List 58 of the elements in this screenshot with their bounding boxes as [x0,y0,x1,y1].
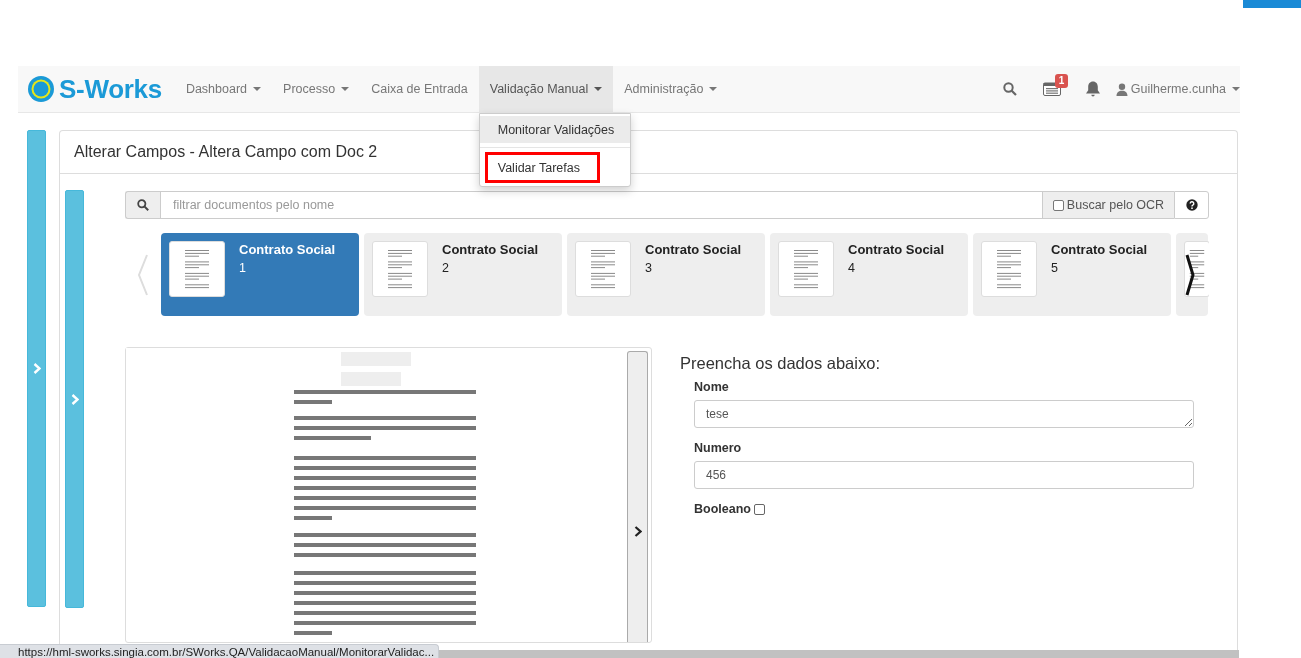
caret-icon [709,87,718,91]
search-icon[interactable] [1003,82,1017,96]
nav-menu-item[interactable]: Administração [613,66,729,112]
document-number: 5 [1051,261,1059,275]
sidebar-toggle[interactable] [27,130,46,607]
panel-title: Alterar Campos - Altera Campo com Doc 2 [74,143,378,161]
field-label: Nome [694,380,730,394]
search-field[interactable]: filtrar documentos pelo nome [160,191,1043,219]
nav-menu-item[interactable]: Processo [272,66,361,112]
field-label: Booleano [694,502,751,516]
user-icon [1116,83,1128,96]
nav-menu-item[interactable]: Validação Manual [478,66,614,112]
dropdown-item[interactable]: Monitorar Validações [479,116,630,143]
status-url: https://hml-sworks.singia.com.br/SWorks.QA/ValidacaoManual/MonitorarValidac... [0,644,440,658]
text-area[interactable]: tese [694,400,1194,428]
brand-name: S-Works [59,73,162,105]
input-field[interactable]: 456 [694,461,1194,489]
field-label: Numero [694,441,743,455]
chevron-right-icon [33,363,41,374]
notification-badge: 1 [1054,74,1069,88]
accent-bar [1243,0,1301,8]
document-title: Contrato Social [442,242,539,257]
bell-icon[interactable] [1085,81,1100,97]
document-number: 1 [239,261,247,275]
document-number: 3 [645,261,653,275]
caret-icon [341,87,350,91]
document-card[interactable]: Contrato Social 2 [364,233,562,316]
logo-icon [27,75,55,103]
caret-icon [253,87,262,91]
chevron-right-icon[interactable] [1185,254,1195,296]
checkbox[interactable] [1052,199,1064,211]
chevron-right-icon [634,526,642,537]
caret-icon [1232,87,1240,91]
document-card[interactable]: Contrato Social 1 [161,233,359,316]
checkbox-label: Buscar pelo OCR [1066,198,1165,212]
document-card[interactable]: Contrato Social 3 [567,233,765,316]
chevron-right-icon [71,393,79,405]
document-card[interactable]: Contrato Social 5 [973,233,1171,316]
document-title: Contrato Social [848,242,945,257]
document-card[interactable] [1176,233,1208,316]
checkbox[interactable] [753,503,765,515]
search-icon [137,199,149,211]
nav-menu-item[interactable]: Dashboard [174,66,273,112]
document-number: 4 [848,261,856,275]
user-menu[interactable]: Guilherme.cunha [1130,82,1240,96]
document-card[interactable]: Contrato Social 4 [770,233,968,316]
calendar-icon[interactable] [1042,82,1061,96]
scrollbar[interactable] [439,650,1240,658]
document-title: Contrato Social [239,242,336,257]
sidebar-toggle[interactable] [65,190,84,608]
dropdown-item[interactable]: Validar Tarefas [484,152,600,183]
document-number: 2 [442,261,450,275]
caret-icon [594,87,603,91]
form-heading: Preencha os dados abaixo: [680,354,881,373]
document-title: Contrato Social [645,242,742,257]
nav-menu-item[interactable]: Caixa de Entrada [360,66,479,112]
help-icon[interactable] [1185,199,1198,211]
document-title: Contrato Social [1051,242,1148,257]
